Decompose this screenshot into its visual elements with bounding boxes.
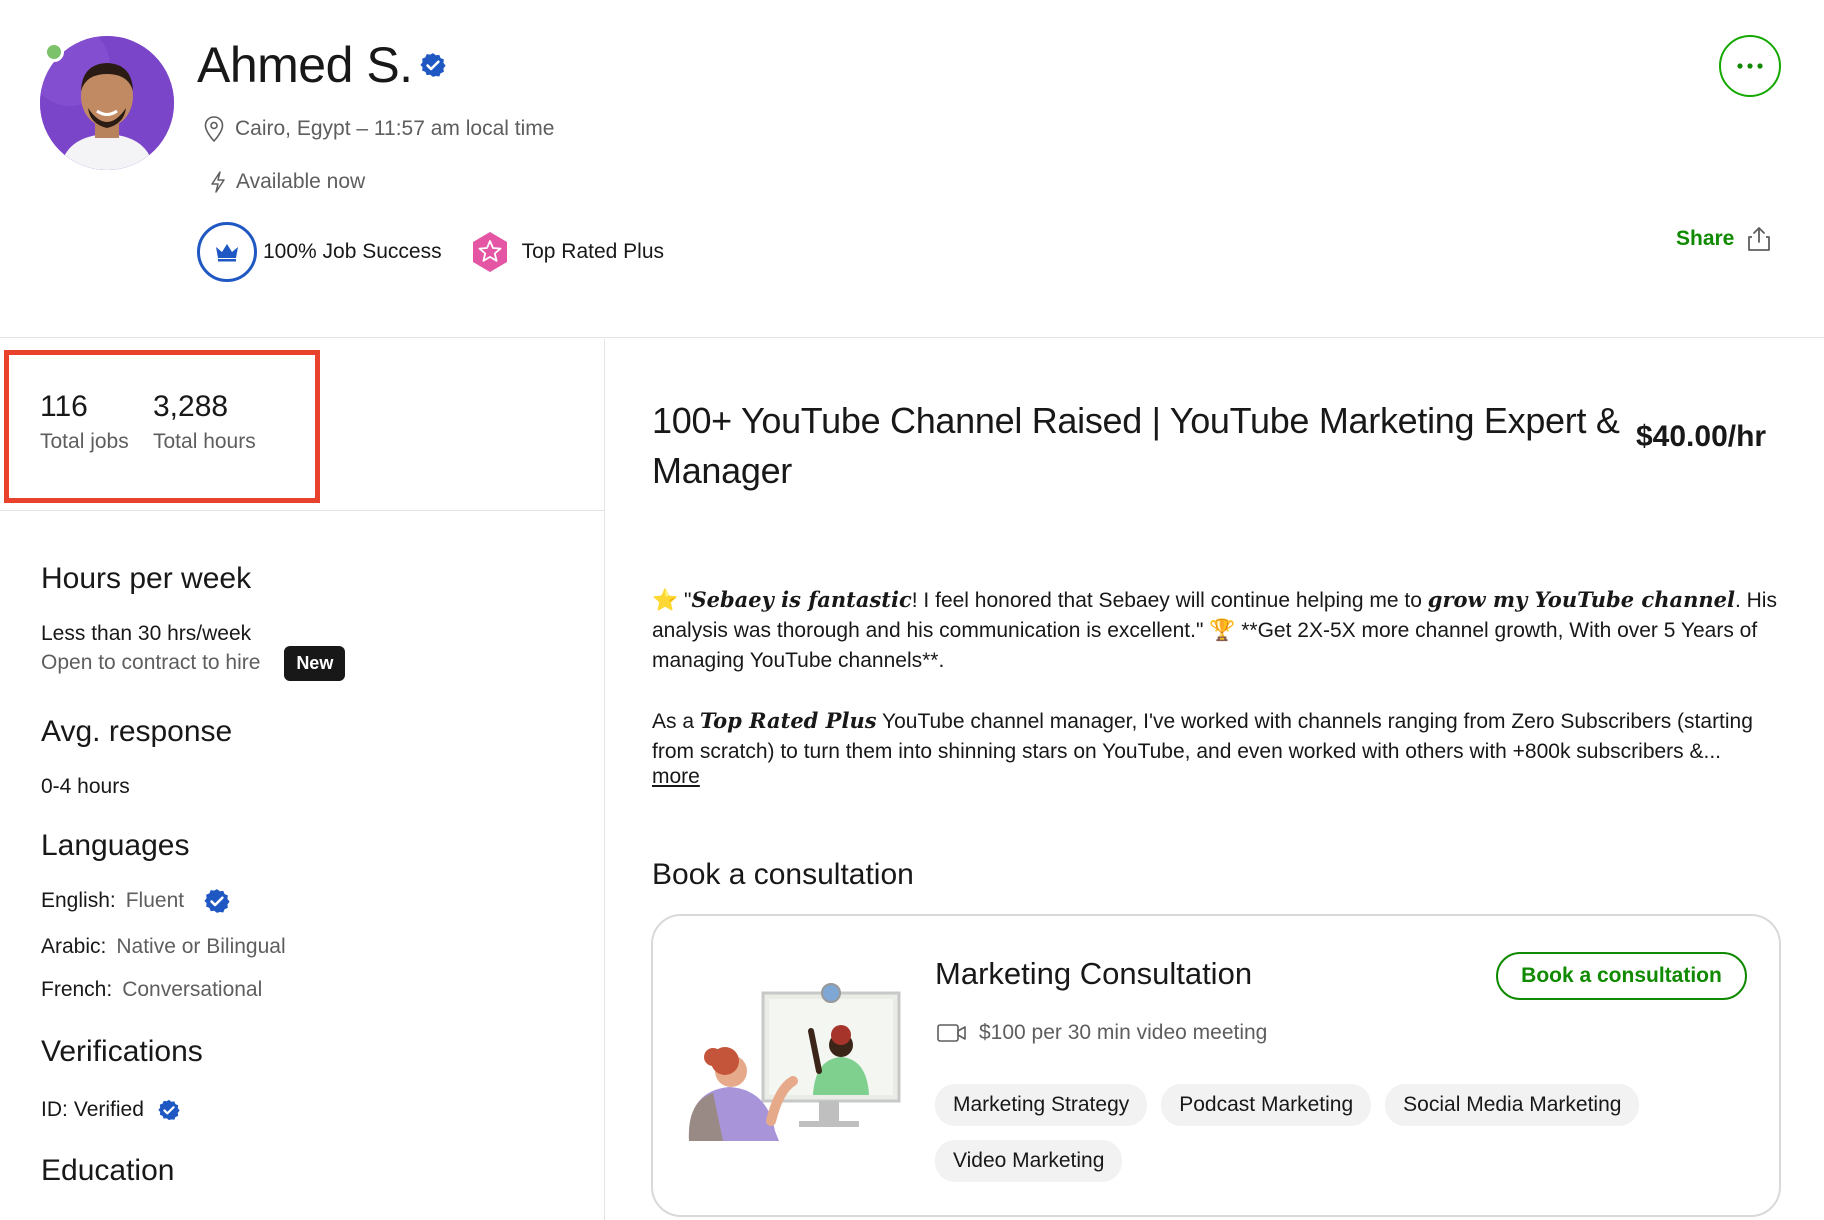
consultation-price: $100 per 30 min video meeting [979, 1021, 1268, 1044]
share-icon [1748, 227, 1771, 251]
job-success-text: 100% Job Success [263, 240, 442, 263]
video-camera-icon [937, 1024, 966, 1042]
languages-heading: Languages [41, 829, 190, 862]
skill-chip[interactable]: Podcast Marketing [1161, 1084, 1372, 1126]
skill-chip[interactable]: Marketing Strategy [935, 1084, 1148, 1126]
verified-badge-icon [204, 889, 230, 913]
description-emphasis: Top Rated Plus [699, 708, 877, 733]
availability-text: Available now [236, 170, 366, 193]
consultation-skills: Marketing Strategy Podcast Marketing Soc… [935, 1084, 1735, 1182]
location-text: Cairo, Egypt – 11:57 am local time [235, 117, 555, 140]
location-pin-icon [204, 116, 224, 143]
crown-icon [216, 244, 238, 262]
total-jobs-label: Total jobs [40, 430, 129, 453]
star-emoji-icon: ⭐ [652, 589, 679, 612]
profile-description: ⭐ "Sebaey is fantastic! I feel honored t… [652, 585, 1782, 767]
profile-title: 100+ YouTube Channel Raised | YouTube Ma… [652, 400, 1620, 491]
divider [0, 510, 605, 511]
skill-chip[interactable]: Social Media Marketing [1385, 1084, 1640, 1126]
language-level: Native or Bilingual [116, 935, 286, 958]
consultation-card: Marketing Consultation $100 per 30 min v… [651, 914, 1781, 1217]
total-hours-label: Total hours [153, 430, 256, 453]
consultation-illustration [688, 983, 901, 1141]
id-value: Verified [73, 1098, 144, 1121]
top-rated-text: Top Rated Plus [521, 240, 665, 263]
hourly-rate: $40.00/hr [1636, 420, 1767, 453]
consultation-meta: $100 per 30 min video meeting [937, 1021, 1267, 1045]
language-arabic: Arabic: Native or Bilingual [41, 935, 286, 959]
total-hours-value: 3,288 [153, 390, 229, 423]
verifications-heading: Verifications [41, 1035, 203, 1068]
ellipsis-icon [1737, 63, 1763, 69]
language-level: Fluent [125, 889, 185, 912]
description-text: As a [652, 710, 700, 733]
contract-to-hire-row: Open to contract to hire New [41, 646, 346, 681]
description-more-link[interactable]: more [652, 765, 700, 789]
star-badge-icon [472, 232, 507, 272]
total-hours-stat: 3,288 Total hours [153, 390, 256, 454]
language-english: English: Fluent [41, 888, 230, 914]
language-level: Conversational [122, 978, 263, 1001]
total-jobs-stat: 116 Total jobs [40, 390, 129, 454]
hours-per-week-heading: Hours per week [41, 562, 252, 595]
description-text: ! I feel honored that Sebaey will contin… [911, 589, 1428, 612]
trophy-emoji-icon: 🏆 [1209, 619, 1236, 642]
more-options-button[interactable] [1719, 35, 1781, 97]
hours-per-week-value: Less than 30 hrs/week [41, 622, 252, 645]
lightning-icon [211, 171, 225, 193]
id-label: ID: [41, 1098, 68, 1121]
education-heading: Education [41, 1154, 175, 1187]
avg-response-value: 0-4 hours [41, 775, 130, 798]
language-name: English: [41, 889, 116, 912]
new-badge: New [284, 646, 346, 681]
profile-name: Ahmed S. [197, 37, 413, 93]
language-name: Arabic: [41, 935, 107, 958]
total-jobs-value: 116 [40, 390, 88, 423]
verified-badge-icon [158, 1099, 180, 1121]
language-name: French: [41, 978, 113, 1001]
description-text: " [678, 589, 692, 612]
verified-badge-icon [420, 53, 446, 77]
language-french: French: Conversational [41, 978, 262, 1002]
avg-response-heading: Avg. response [41, 715, 233, 748]
profile-badges: 100% Job Success Top Rated Plus [197, 222, 664, 282]
share-label: Share [1676, 227, 1735, 250]
online-status-dot [44, 42, 64, 62]
id-verification-row: ID: Verified [41, 1098, 180, 1122]
description-emphasis: grow my YouTube channel [1427, 587, 1735, 612]
location-row: Cairo, Egypt – 11:57 am local time [203, 115, 554, 143]
availability-row: Available now [210, 170, 365, 194]
skill-chip[interactable]: Video Marketing [935, 1140, 1123, 1182]
consultation-title: Marketing Consultation [935, 956, 1253, 991]
job-success-badge [197, 222, 257, 282]
description-emphasis: Sebaey is fantastic [691, 587, 912, 612]
book-consultation-button[interactable]: Book a consultation [1496, 952, 1747, 1000]
share-button[interactable]: Share [1676, 226, 1772, 252]
book-consultation-heading: Book a consultation [652, 858, 914, 891]
contract-to-hire-text: Open to contract to hire [41, 651, 261, 675]
description-paragraph: ⭐ "Sebaey is fantastic! I feel honored t… [652, 585, 1782, 676]
description-paragraph: As a Top Rated Plus YouTube channel mana… [652, 706, 1782, 767]
